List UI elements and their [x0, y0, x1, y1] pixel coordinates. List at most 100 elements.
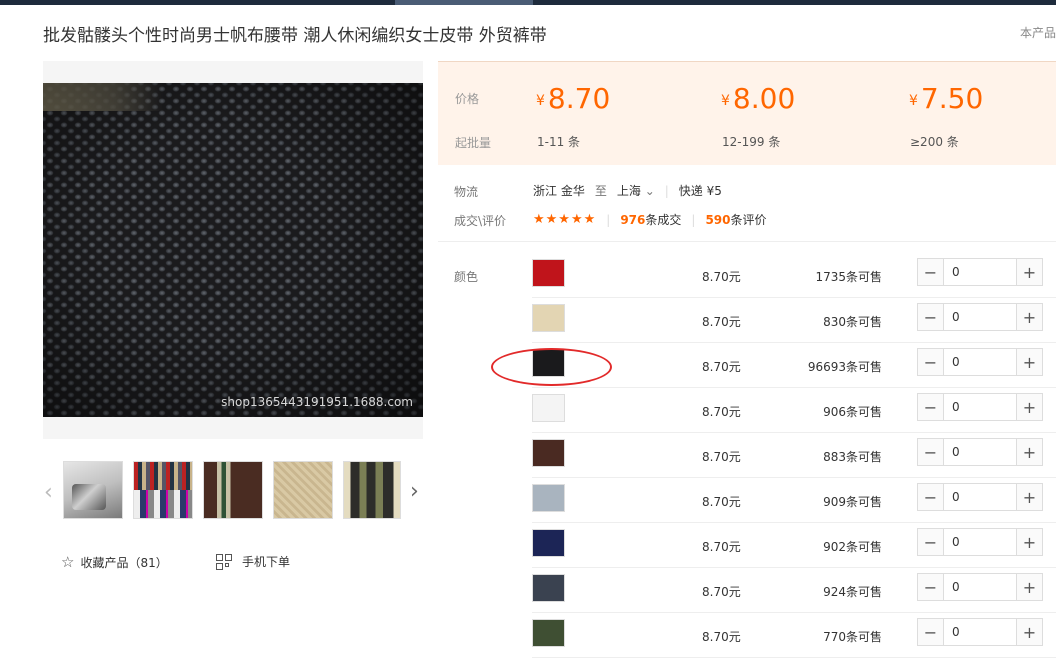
minus-icon[interactable]: −: [918, 304, 944, 330]
sku-stock: 96693条可售: [807, 360, 882, 374]
sku-price: 8.70元: [702, 585, 741, 599]
minus-icon[interactable]: −: [918, 349, 944, 375]
thumbnail-2[interactable]: [133, 461, 193, 519]
plus-icon[interactable]: +: [1016, 259, 1042, 285]
color-swatch[interactable]: [532, 304, 565, 332]
thumbnail-4[interactable]: [273, 461, 333, 519]
plus-icon[interactable]: +: [1016, 439, 1042, 465]
color-swatch[interactable]: [532, 439, 565, 467]
minus-icon[interactable]: −: [918, 259, 944, 285]
quantity-stepper: −0 +: [917, 528, 1043, 556]
minus-icon[interactable]: −: [918, 529, 944, 555]
color-swatch[interactable]: [532, 259, 565, 287]
quantity-input[interactable]: 0: [944, 394, 1016, 420]
quantity-input[interactable]: 0: [944, 349, 1016, 375]
minus-icon[interactable]: −: [918, 484, 944, 510]
color-swatch[interactable]: [532, 529, 565, 557]
plus-icon[interactable]: +: [1016, 349, 1042, 375]
logistics-label: 物流: [454, 185, 479, 199]
quantity-stepper: −0 +: [917, 438, 1043, 466]
sku-stock: 924条可售: [823, 585, 882, 599]
sku-stock: 906条可售: [823, 405, 882, 419]
plus-icon[interactable]: +: [1016, 529, 1042, 555]
shipping-fee: 快递 ¥5: [678, 184, 722, 198]
sku-row: 8.70元 883条可售 −0 +: [532, 433, 1056, 478]
sku-stock: 770条可售: [823, 630, 882, 644]
sku-stock: 909条可售: [823, 495, 882, 509]
plus-icon[interactable]: +: [1016, 394, 1042, 420]
quantity-input[interactable]: 0: [944, 259, 1016, 285]
reviews-link[interactable]: 590条评价: [705, 211, 766, 228]
thumbnail-5[interactable]: [343, 461, 401, 519]
sku-row: 8.70元 924条可售 −0 +: [532, 568, 1056, 613]
mobile-order-label: 手机下单: [242, 555, 291, 569]
separator: |: [691, 212, 696, 227]
sku-stock: 902条可售: [823, 540, 882, 554]
quantity-stepper: −0 +: [917, 483, 1043, 511]
minus-icon[interactable]: −: [918, 439, 944, 465]
sku-price: 8.70元: [702, 495, 741, 509]
tier-qty-3: ≥200 条: [910, 135, 959, 149]
mobile-order-button[interactable]: 手机下单: [216, 553, 290, 570]
sku-price: 8.70元: [702, 630, 741, 644]
deals-link[interactable]: 976条成交: [620, 211, 681, 228]
quantity-input[interactable]: 0: [944, 484, 1016, 510]
quantity-input[interactable]: 0: [944, 304, 1016, 330]
tier-price-1: ¥8.70: [536, 82, 611, 115]
sku-price: 8.70元: [702, 450, 741, 464]
minus-icon[interactable]: −: [918, 394, 944, 420]
separator: |: [606, 212, 611, 227]
plus-icon[interactable]: +: [1016, 304, 1042, 330]
quantity-input[interactable]: 0: [944, 529, 1016, 555]
favorite-button[interactable]: ☆ 收藏产品（81）: [61, 553, 168, 571]
thumbnail-lower-stripes: [134, 490, 192, 518]
quantity-stepper: −0 +: [917, 303, 1043, 331]
sku-row: 8.70元 906条可售 −0 +: [532, 388, 1056, 433]
plus-icon[interactable]: +: [1016, 574, 1042, 600]
price-tier-panel: 价格 起批量 ¥8.70 1-11 条 ¥8.00 12-199 条 ¥7.50…: [438, 61, 1056, 165]
quantity-input[interactable]: 0: [944, 619, 1016, 645]
tier-qty-1: 1-11 条: [537, 135, 581, 149]
ship-to-word: 至: [594, 184, 607, 198]
quantity-stepper: −0 +: [917, 348, 1043, 376]
main-product-image[interactable]: shop1365443191951.1688.com: [43, 83, 423, 417]
image-watermark: shop1365443191951.1688.com: [221, 395, 413, 409]
image-vignette: [43, 83, 423, 417]
thumbnail-3[interactable]: [203, 461, 263, 519]
tier-qty-2: 12-199 条: [722, 135, 781, 149]
sku-price: 8.70元: [702, 540, 741, 554]
ship-to-select[interactable]: 上海 ⌄: [617, 182, 655, 199]
plus-icon[interactable]: +: [1016, 484, 1042, 510]
main-image-frame: shop1365443191951.1688.com: [43, 61, 423, 439]
min-qty-label: 起批量: [455, 136, 492, 150]
minus-icon[interactable]: −: [918, 574, 944, 600]
chevron-right-icon[interactable]: ›: [410, 479, 419, 504]
price-label: 价格: [455, 92, 480, 106]
thumbnail-1[interactable]: [63, 461, 123, 519]
plus-icon[interactable]: +: [1016, 619, 1042, 645]
product-title: 批发骷髅头个性时尚男士帆布腰带 潮人休闲编织女士皮带 外贸裤带: [43, 26, 547, 46]
quantity-input[interactable]: 0: [944, 439, 1016, 465]
quantity-stepper: −0 +: [917, 618, 1043, 646]
sku-row: 8.70元 830条可售 −0 +: [532, 298, 1056, 343]
section-divider: [438, 241, 1056, 242]
sku-price: 8.70元: [702, 315, 741, 329]
color-swatch[interactable]: [532, 619, 565, 647]
color-label: 颜色: [454, 270, 479, 284]
quantity-input[interactable]: 0: [944, 574, 1016, 600]
reviews-label: 成交\评价: [454, 214, 507, 228]
quantity-stepper: −0 +: [917, 573, 1043, 601]
sku-row: 8.70元 96693条可售 −0 +: [532, 343, 1056, 388]
color-swatch[interactable]: [532, 394, 565, 422]
color-swatch[interactable]: [532, 484, 565, 512]
sku-price: 8.70元: [702, 360, 741, 374]
chevron-left-icon[interactable]: ‹: [44, 480, 53, 505]
minus-icon[interactable]: −: [918, 619, 944, 645]
color-swatch[interactable]: [532, 574, 565, 602]
sku-stock: 883条可售: [823, 450, 882, 464]
sku-row: 8.70元 909条可售 −0 +: [532, 478, 1056, 523]
qr-code-icon: [216, 553, 232, 570]
color-swatch[interactable]: [532, 349, 565, 377]
title-right-link[interactable]: 本产品: [1020, 24, 1056, 41]
top-bar: [0, 0, 1056, 5]
